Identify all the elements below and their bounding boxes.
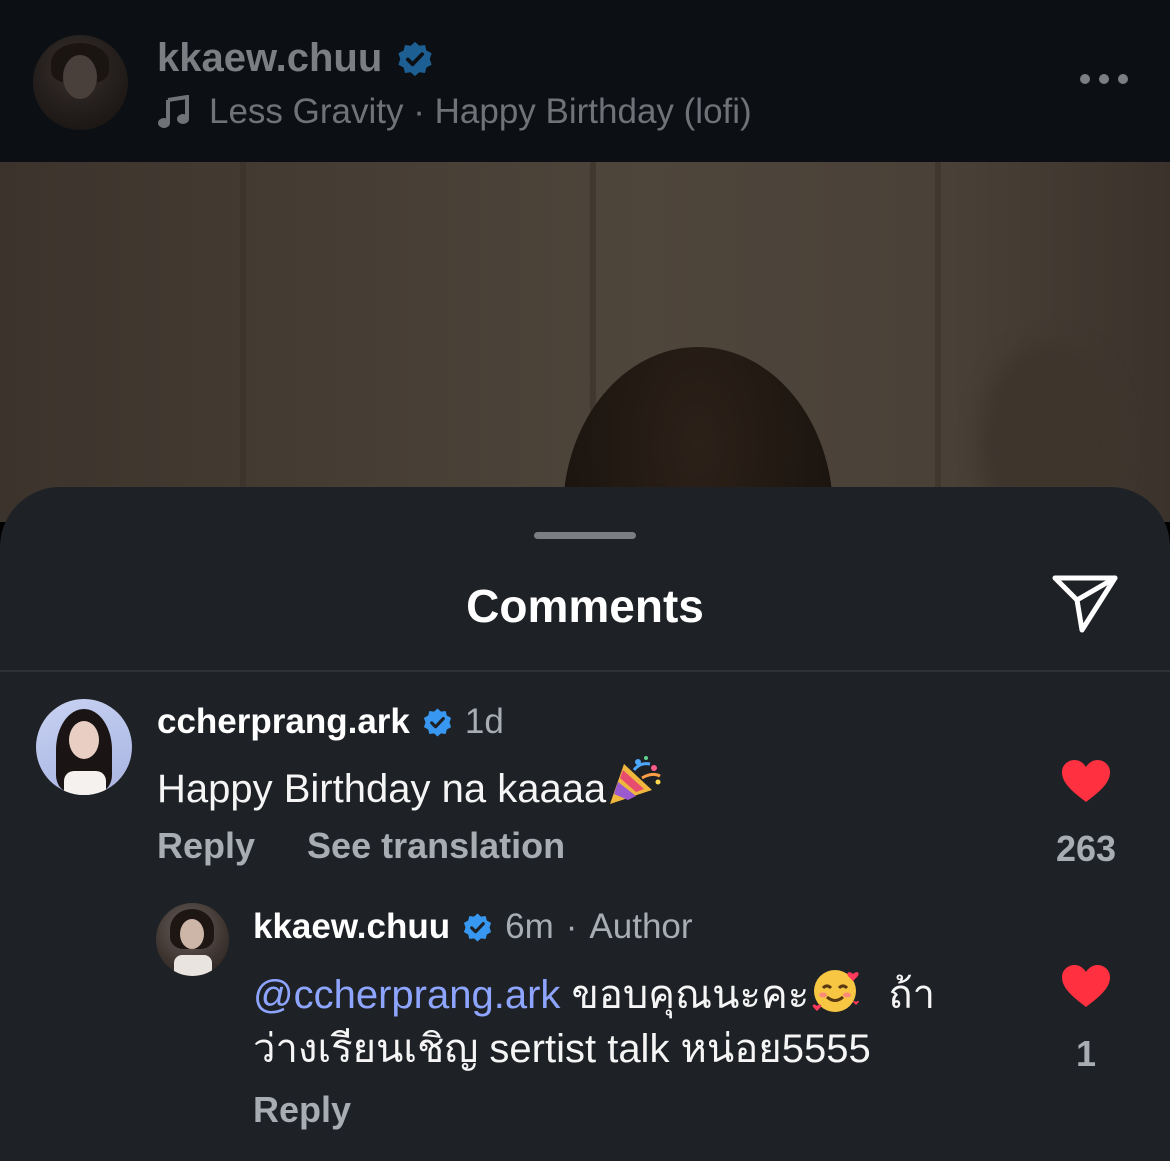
reply-text-2: ว่างเรียนเชิญ sertist talk หน่อย5555 xyxy=(253,1027,871,1071)
see-translation-button[interactable]: See translation xyxy=(307,825,565,867)
dot xyxy=(1099,74,1109,84)
reply-button[interactable]: Reply xyxy=(253,1089,351,1131)
music-separator: · xyxy=(413,92,425,131)
music-info[interactable]: Less Gravity · Happy Birthday (lofi) xyxy=(157,92,752,132)
reply-text-1-tail: ถ้า xyxy=(888,973,936,1017)
heart-filled-icon[interactable] xyxy=(1060,758,1112,804)
comment-username[interactable]: ccherprang.ark xyxy=(157,702,410,742)
music-title: Happy Birthday (lofi) xyxy=(434,92,752,131)
reply-username[interactable]: kkaew.chuu xyxy=(253,907,450,947)
comments-title: Comments xyxy=(466,580,704,632)
reply-separator: · xyxy=(565,907,578,946)
reply-text-1: ขอบคุณนะคะ xyxy=(571,973,810,1017)
heart-filled-icon[interactable] xyxy=(1060,963,1112,1009)
avatar-face xyxy=(63,55,97,99)
reply-avatar[interactable] xyxy=(156,903,229,976)
smiling-face-hearts-icon xyxy=(812,970,860,1012)
comment-time: 1d xyxy=(464,702,504,741)
like-count: 1 xyxy=(1075,1033,1097,1074)
post-header: kkaew.chuu Less Gravity · Happy Birthday… xyxy=(0,0,1170,162)
reply-meta: kkaew.chuu 6m · Author xyxy=(253,907,693,947)
avatar-face xyxy=(180,919,204,949)
author-username[interactable]: kkaew.chuu xyxy=(157,36,382,81)
avatar-clothing xyxy=(64,771,106,795)
comment-text: Happy Birthday na kaaaa xyxy=(157,767,607,811)
like-count: 263 xyxy=(1055,828,1117,869)
verified-badge-icon xyxy=(423,708,451,736)
comment-meta: ccherprang.ark 1d xyxy=(157,702,504,742)
verified-badge-icon xyxy=(398,41,432,76)
reply-actions: Reply xyxy=(253,1089,351,1131)
music-artist: Less Gravity xyxy=(209,92,404,131)
verified-badge-icon xyxy=(464,913,492,941)
dot xyxy=(1118,74,1128,84)
post-media xyxy=(0,162,1170,522)
mention-link[interactable]: @ccherprang.ark xyxy=(253,973,560,1017)
author-avatar[interactable] xyxy=(33,35,128,130)
reply-line-1: @ccherprang.ark ขอบคุณนะคะ ถ้า xyxy=(253,964,1053,1022)
avatar-face xyxy=(69,721,99,759)
comment-body: Happy Birthday na kaaaa xyxy=(157,754,664,816)
reply-button[interactable]: Reply xyxy=(157,825,255,867)
reply-time: 6m xyxy=(505,907,554,946)
commenter-avatar[interactable] xyxy=(36,699,132,795)
more-options-icon[interactable] xyxy=(1080,74,1128,88)
music-note-icon xyxy=(158,95,189,128)
comment-actions: Reply See translation xyxy=(157,825,565,867)
author-label: Author xyxy=(589,907,693,946)
sheet-divider xyxy=(0,670,1170,672)
wall-panel-line xyxy=(240,162,246,522)
reply-body: @ccherprang.ark ขอบคุณนะคะ ถ้า ว่างเรียน… xyxy=(253,964,1053,1076)
author-username-row[interactable]: kkaew.chuu xyxy=(157,36,434,81)
avatar-clothing xyxy=(174,955,212,976)
wall-panel-line xyxy=(935,162,941,522)
party-popper-icon xyxy=(610,756,661,804)
share-send-icon[interactable] xyxy=(1050,570,1120,636)
sheet-grabber[interactable] xyxy=(534,532,636,539)
dot xyxy=(1080,74,1090,84)
